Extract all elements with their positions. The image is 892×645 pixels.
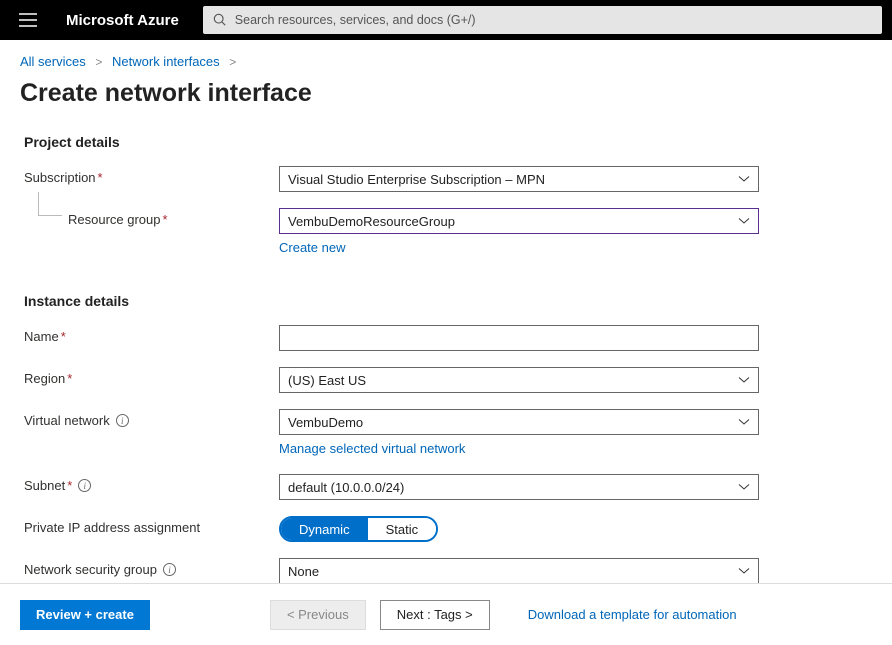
pill-static[interactable]: Static <box>368 518 437 540</box>
info-icon[interactable]: i <box>116 414 129 427</box>
select-subnet-value: default (10.0.0.0/24) <box>288 480 404 495</box>
hierarchy-indent-line <box>38 192 62 216</box>
search-icon <box>213 13 227 27</box>
link-create-new-rg[interactable]: Create new <box>279 240 345 255</box>
select-region[interactable]: (US) East US <box>279 367 759 393</box>
label-vnet: Virtual network <box>24 413 110 428</box>
row-vnet: Virtual network i VembuDemo Manage selec… <box>24 409 868 458</box>
select-resource-group[interactable]: VembuDemoResourceGroup <box>279 208 759 234</box>
label-region: Region <box>24 371 65 386</box>
select-vnet[interactable]: VembuDemo <box>279 409 759 435</box>
footer-bar: Review + create < Previous Next : Tags >… <box>0 583 892 645</box>
top-bar: Microsoft Azure <box>0 0 892 40</box>
chevron-down-icon <box>738 175 750 183</box>
section-heading-instance: Instance details <box>24 293 868 309</box>
info-icon[interactable]: i <box>78 479 91 492</box>
label-subnet: Subnet <box>24 478 65 493</box>
pill-group-ip-assignment: Dynamic Static <box>279 516 438 542</box>
select-region-value: (US) East US <box>288 373 366 388</box>
required-asterisk: * <box>67 478 72 493</box>
label-name: Name <box>24 329 59 344</box>
link-download-template[interactable]: Download a template for automation <box>528 607 737 622</box>
breadcrumb: All services > Network interfaces > <box>0 40 892 77</box>
chevron-right-icon: > <box>229 55 236 69</box>
row-subnet: Subnet * i default (10.0.0.0/24) <box>24 474 868 500</box>
row-resource-group: Resource group * VembuDemoResourceGroup … <box>24 208 868 257</box>
select-subnet[interactable]: default (10.0.0.0/24) <box>279 474 759 500</box>
row-name: Name * <box>24 325 868 351</box>
required-asterisk: * <box>163 212 168 227</box>
brand-label: Microsoft Azure <box>66 12 179 29</box>
breadcrumb-link-network-interfaces[interactable]: Network interfaces <box>112 54 220 69</box>
chevron-down-icon <box>738 483 750 491</box>
select-subscription-value: Visual Studio Enterprise Subscription – … <box>288 172 545 187</box>
info-icon[interactable]: i <box>163 563 176 576</box>
chevron-down-icon <box>738 376 750 384</box>
search-input[interactable] <box>227 13 872 27</box>
search-bar[interactable] <box>203 6 882 34</box>
row-subscription: Subscription * Visual Studio Enterprise … <box>24 166 868 192</box>
chevron-down-icon <box>738 567 750 575</box>
hamburger-menu-button[interactable] <box>8 0 48 40</box>
link-manage-vnet[interactable]: Manage selected virtual network <box>279 441 465 456</box>
row-ip-assignment: Private IP address assignment Dynamic St… <box>24 516 868 542</box>
select-nsg[interactable]: None <box>279 558 759 584</box>
section-heading-project: Project details <box>24 134 868 150</box>
previous-button[interactable]: < Previous <box>270 600 366 630</box>
row-nsg: Network security group i None <box>24 558 868 584</box>
chevron-down-icon <box>738 418 750 426</box>
required-asterisk: * <box>67 371 72 386</box>
create-form: Project details Subscription * Visual St… <box>0 124 892 619</box>
hamburger-icon <box>19 13 37 27</box>
review-create-button[interactable]: Review + create <box>20 600 150 630</box>
label-nsg: Network security group <box>24 562 157 577</box>
required-asterisk: * <box>61 329 66 344</box>
pill-dynamic[interactable]: Dynamic <box>281 518 368 540</box>
next-button[interactable]: Next : Tags > <box>380 600 490 630</box>
select-subscription[interactable]: Visual Studio Enterprise Subscription – … <box>279 166 759 192</box>
select-vnet-value: VembuDemo <box>288 415 363 430</box>
required-asterisk: * <box>98 170 103 185</box>
chevron-right-icon: > <box>95 55 102 69</box>
chevron-down-icon <box>738 217 750 225</box>
page-title: Create network interface <box>0 77 892 124</box>
select-resource-group-value: VembuDemoResourceGroup <box>288 214 455 229</box>
row-region: Region * (US) East US <box>24 367 868 393</box>
select-nsg-value: None <box>288 564 319 579</box>
label-subscription: Subscription <box>24 170 96 185</box>
label-ip-assignment: Private IP address assignment <box>24 520 200 535</box>
input-name[interactable] <box>279 325 759 351</box>
label-resource-group: Resource group <box>68 212 161 227</box>
breadcrumb-link-all-services[interactable]: All services <box>20 54 86 69</box>
